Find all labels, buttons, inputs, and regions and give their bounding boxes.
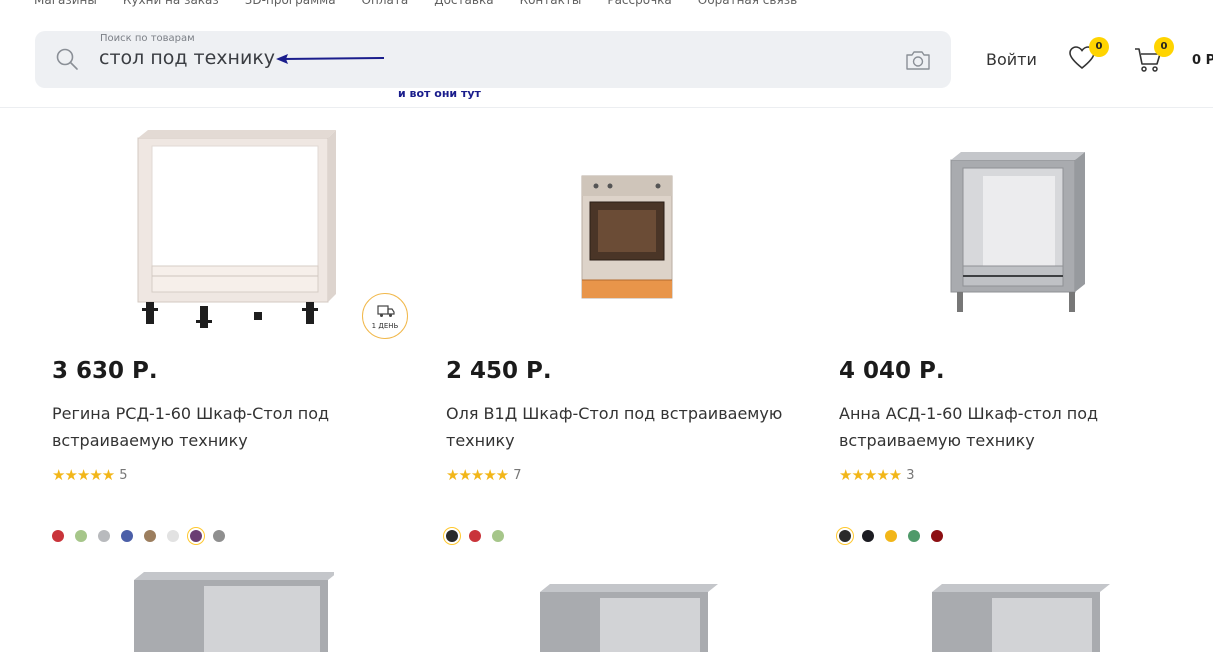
nav-item-payment[interactable]: Оплата xyxy=(362,0,409,11)
nav-item-custom-kitchens[interactable]: Кухни на заказ xyxy=(123,0,219,11)
color-swatch[interactable] xyxy=(98,530,110,542)
camera-search-icon[interactable] xyxy=(905,49,931,75)
rating-count: 5 xyxy=(119,467,128,483)
search-bar[interactable]: Поиск по товарам стол под технику xyxy=(35,31,951,88)
product-name[interactable]: Оля В1Д Шкаф-Стол под встраиваемую техни… xyxy=(446,400,806,454)
search-placeholder-label: Поиск по товарам xyxy=(100,33,195,44)
color-swatch[interactable] xyxy=(469,530,481,542)
product-price: 2 450 Р. xyxy=(446,358,552,384)
favorites-count-badge: 0 xyxy=(1089,37,1109,57)
color-swatch[interactable] xyxy=(492,530,504,542)
product-rating: ★★★★★ 5 xyxy=(52,466,128,484)
cart-button[interactable]: 0 xyxy=(1133,37,1174,79)
product-image[interactable] xyxy=(839,116,1209,346)
login-link[interactable]: Войти xyxy=(986,50,1037,69)
product-image[interactable] xyxy=(134,560,338,652)
color-swatch[interactable] xyxy=(52,530,64,542)
search-icon[interactable] xyxy=(55,47,79,75)
annotation-note: и вот они тут xyxy=(398,87,481,100)
rating-stars-icon: ★★★★★ xyxy=(52,466,115,484)
color-swatch[interactable] xyxy=(839,530,851,542)
color-swatch[interactable] xyxy=(144,530,156,542)
color-swatch[interactable] xyxy=(446,530,458,542)
color-swatch[interactable] xyxy=(885,530,897,542)
product-price: 4 040 Р. xyxy=(839,358,945,384)
heart-icon xyxy=(1068,46,1096,75)
nav-item-3d-program[interactable]: 3D-программа xyxy=(245,0,336,11)
top-nav: Магазины Кухни на заказ 3D-программа Опл… xyxy=(34,0,797,11)
color-swatch[interactable] xyxy=(167,530,179,542)
product-price: 3 630 Р. xyxy=(52,358,158,384)
search-input[interactable]: стол под технику xyxy=(99,47,275,69)
color-swatch[interactable] xyxy=(862,530,874,542)
product-name[interactable]: Анна АСД-1-60 Шкаф-стол под встраиваемую… xyxy=(839,400,1199,454)
color-swatch[interactable] xyxy=(213,530,225,542)
rating-stars-icon: ★★★★★ xyxy=(446,466,509,484)
product-image[interactable] xyxy=(932,560,1132,652)
rating-stars-icon: ★★★★★ xyxy=(839,466,902,484)
delivery-days: 1 ДЕНЬ xyxy=(371,322,399,330)
product-rating: ★★★★★ 7 xyxy=(446,466,522,484)
nav-item-delivery[interactable]: Доставка xyxy=(434,0,493,11)
color-swatch[interactable] xyxy=(931,530,943,542)
nav-item-feedback[interactable]: Обратная связь xyxy=(698,0,797,11)
rating-count: 7 xyxy=(513,467,522,483)
favorites-button[interactable]: 0 xyxy=(1068,37,1109,75)
product-rating: ★★★★★ 3 xyxy=(839,466,915,484)
header-divider xyxy=(0,107,1213,108)
nav-item-contacts[interactable]: Контакты xyxy=(520,0,582,11)
color-swatches xyxy=(839,530,943,542)
rating-count: 3 xyxy=(906,467,915,483)
cart-icon xyxy=(1133,48,1163,79)
annotation-arrow-icon xyxy=(276,52,386,71)
color-swatch[interactable] xyxy=(75,530,87,542)
nav-item-stores[interactable]: Магазины xyxy=(34,0,97,11)
color-swatches xyxy=(52,530,225,542)
truck-icon xyxy=(377,303,395,322)
color-swatch[interactable] xyxy=(190,530,202,542)
color-swatch[interactable] xyxy=(908,530,920,542)
color-swatches xyxy=(446,530,504,542)
nav-item-installment[interactable]: Рассрочка xyxy=(607,0,671,11)
product-image[interactable] xyxy=(446,116,816,346)
delivery-badge: 1 ДЕНЬ xyxy=(362,293,408,339)
cart-total: 0 Р xyxy=(1192,53,1213,68)
cart-count-badge: 0 xyxy=(1154,37,1174,57)
product-name[interactable]: Регина РСД-1-60 Шкаф-Стол под встраиваем… xyxy=(52,400,412,454)
product-image[interactable] xyxy=(540,560,740,652)
color-swatch[interactable] xyxy=(121,530,133,542)
